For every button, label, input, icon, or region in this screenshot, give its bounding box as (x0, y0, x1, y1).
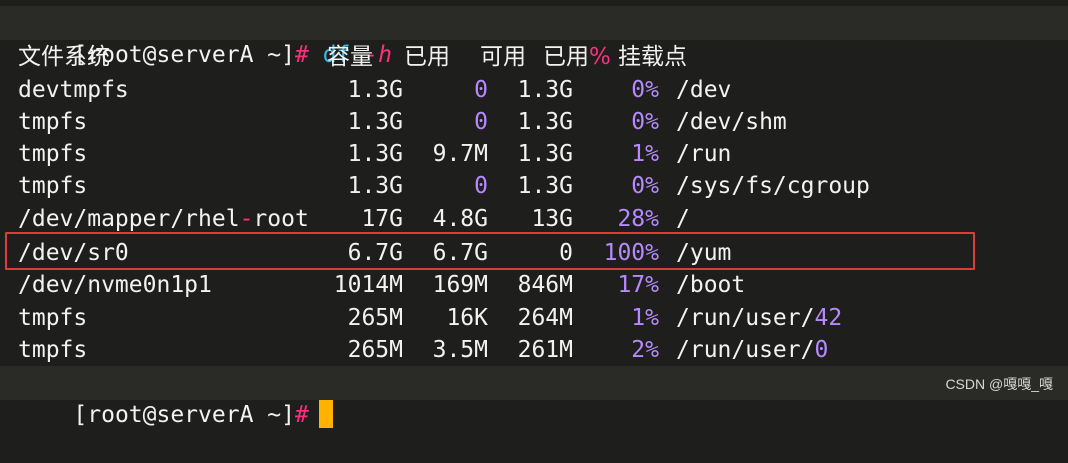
prompt-open-bracket: [ (73, 402, 88, 428)
prompt-cwd: ~ (267, 402, 282, 428)
cell-filesystem: tmpfs (18, 141, 88, 167)
cell-mount: /run/user/42 (676, 302, 842, 334)
prompt-line-2[interactable]: [root@serverA ~]# (18, 367, 333, 428)
table-row: devtmpfs 1.3G 0 1.3G 0%/dev (0, 74, 1068, 106)
cell-mount: /boot (676, 272, 746, 298)
cell-use-percent: 0% (631, 77, 659, 103)
cell-mount: /run (676, 141, 732, 167)
cell-filesystem-prefix: /dev/mapper/rhel (18, 206, 240, 232)
table-row: tmpfs 1.3G 9.7M 1.3G 1%/run (0, 138, 1068, 170)
cell-mount: /run/user/0 (676, 334, 828, 366)
header-percent-symbol: % (589, 44, 611, 70)
cell-mount-suffix: 42 (814, 305, 843, 331)
header-used: 已用 (404, 44, 450, 70)
table-row: /dev/nvme0n1p1 1014M 169M 846M 17%/boot (0, 269, 1068, 301)
prompt-hash: # (295, 402, 309, 428)
table-row: /dev/mapper/rhel-root 17G 4.8G 13G 28% / (0, 203, 1068, 235)
cell-filesystem: tmpfs (18, 337, 88, 363)
highlight-box (5, 232, 975, 270)
header-mount: 挂载点 (618, 44, 687, 70)
table-row: tmpfs 1.3G 0 1.3G 0%/sys/fs/cgroup (0, 170, 1068, 202)
cell-filesystem: tmpfs (18, 173, 88, 199)
cell-mount: /dev/shm (676, 109, 787, 135)
table-row: tmpfs 265M 3.5M 261M 2%/run/user/0 (0, 334, 1068, 366)
cell-filesystem: /dev/mapper/rhel-root (18, 203, 309, 235)
cell-mount-prefix: /run/user/ (676, 337, 815, 363)
cell-filesystem-dash: - (239, 206, 254, 232)
terminal-window[interactable]: [root@serverA ~]# df -h 文件系统 容量 已用 可用 已用… (0, 0, 1068, 428)
prompt-user-host: root@serverA (87, 402, 254, 428)
cell-filesystem: /dev/nvme0n1p1 (18, 272, 212, 298)
table-row: tmpfs 1.3G 0 1.3G 0%/dev/shm (0, 106, 1068, 138)
watermark: CSDN @嘎嘎_嘎 (945, 376, 1053, 392)
table-row: tmpfs 265M 16K 264M 1%/run/user/42 (0, 302, 1068, 334)
prompt-line-1: [root@serverA ~]# df -h (18, 7, 392, 68)
text-cursor[interactable] (318, 400, 333, 428)
cell-mount-suffix: 0 (814, 337, 829, 363)
header-use-percent-text: 已用 (543, 44, 589, 70)
cell-use-percent: 28% (617, 206, 659, 232)
cell-use-percent: 1% (631, 141, 659, 167)
header-avail: 可用 (480, 44, 526, 70)
cell-use-percent: 0% (631, 173, 659, 199)
header-filesystem: 文件系统 (18, 44, 110, 70)
cell-mount-prefix: /run/user/ (676, 305, 815, 331)
cell-mount: /sys/fs/cgroup (676, 173, 870, 199)
cell-use-percent: 2% (631, 337, 659, 363)
df-header-row: 文件系统 容量 已用 可用 已用% 挂载点 (0, 41, 1068, 73)
cell-use-percent: 0% (631, 109, 659, 135)
cell-use-percent: 1% (631, 305, 659, 331)
cell-use-percent: 17% (617, 272, 659, 298)
cell-mount: /dev (676, 77, 732, 103)
header-size: 容量 (327, 44, 373, 70)
header-use-percent: 已用% (543, 41, 611, 73)
cell-filesystem: tmpfs (18, 305, 88, 331)
cell-filesystem: devtmpfs (18, 77, 129, 103)
cell-mount: / (676, 206, 690, 232)
prompt-close-bracket: ] (281, 402, 295, 428)
cell-filesystem: tmpfs (18, 109, 88, 135)
